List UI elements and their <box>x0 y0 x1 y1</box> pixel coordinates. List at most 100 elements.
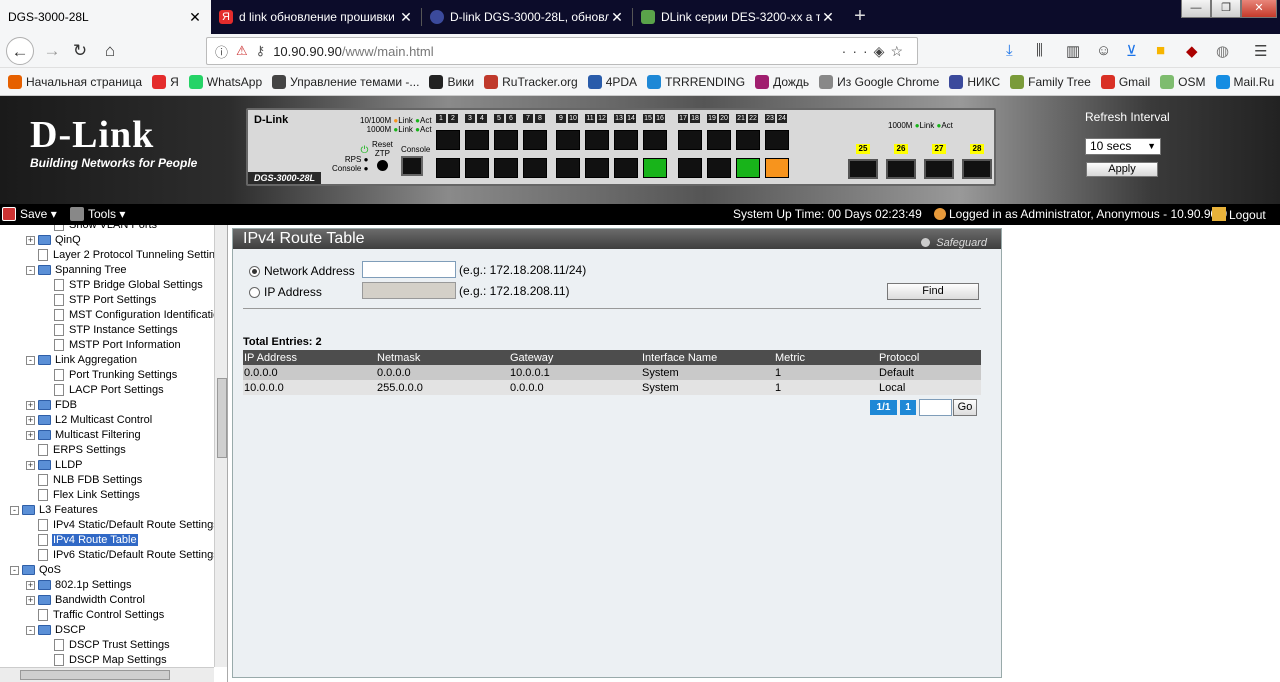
bookmark-item[interactable]: Дождь <box>755 74 809 89</box>
tree-folder[interactable]: + Multicast Filtering <box>26 428 142 442</box>
ethernet-port[interactable] <box>523 158 547 178</box>
ethernet-port[interactable] <box>556 158 580 178</box>
ethernet-port[interactable] <box>765 158 789 178</box>
globe-icon[interactable]: ◍ <box>1216 42 1229 60</box>
bookmark-item[interactable]: Gmail <box>1100 74 1150 89</box>
tab-des-3200[interactable]: DLink серии DES-3200-xx а так ✕ <box>633 0 844 34</box>
bookmark-item[interactable]: Я <box>152 74 179 89</box>
close-icon[interactable]: ✕ <box>820 9 836 26</box>
close-icon[interactable]: ✕ <box>187 9 203 26</box>
tree-folder[interactable]: - Spanning Tree <box>26 263 128 277</box>
tree-item[interactable]: Port Trunking Settings <box>42 368 178 382</box>
library-icon[interactable]: ⫼ <box>1036 42 1043 59</box>
minimize-button[interactable]: — <box>1181 0 1211 18</box>
expand-icon[interactable]: + <box>26 580 35 590</box>
find-button[interactable]: Find <box>887 283 979 300</box>
tree-folder[interactable]: + Bandwidth Control <box>26 593 146 607</box>
tree-folder[interactable]: - Link Aggregation <box>26 353 138 367</box>
tree-item[interactable]: DSCP Trust Settings <box>42 638 171 652</box>
close-icon[interactable]: ✕ <box>609 9 625 26</box>
tree-item[interactable]: IPv4 Route Table <box>26 533 138 547</box>
expand-icon[interactable]: + <box>26 400 35 410</box>
save-menu[interactable]: Save ▾ <box>2 207 57 221</box>
scroll-thumb[interactable] <box>217 378 227 458</box>
menu-icon[interactable]: ☰ <box>1254 42 1267 60</box>
ethernet-port[interactable] <box>707 158 731 178</box>
bookmark-item[interactable]: Mail.Ru <box>1215 74 1274 89</box>
back-button[interactable]: ← <box>6 37 34 65</box>
page-link-1[interactable]: 1 <box>900 400 916 415</box>
tree-folder[interactable]: - QoS <box>10 563 62 577</box>
tree-item[interactable]: STP Port Settings <box>42 293 157 307</box>
sfp-port[interactable] <box>924 159 954 179</box>
radio-dot[interactable] <box>249 286 260 298</box>
bookmark-item[interactable]: Вики <box>429 74 474 89</box>
collapse-icon[interactable]: - <box>10 565 19 575</box>
radio-network-address[interactable]: Network Address <box>249 264 355 278</box>
sfp-port[interactable] <box>886 159 916 179</box>
tree-folder[interactable]: - DSCP <box>26 623 87 637</box>
go-button[interactable]: Go <box>953 399 977 416</box>
tree-item[interactable]: MST Configuration Identification <box>42 308 226 322</box>
ethernet-port[interactable] <box>643 130 667 150</box>
new-tab-button[interactable]: + <box>848 2 872 30</box>
bookmark-item[interactable]: TRRRENDING <box>647 74 745 89</box>
tree-item[interactable]: LACP Port Settings <box>42 383 165 397</box>
url-bar[interactable]: ⓘ ⚠ ⚷ 10.90.90.90/www/main.html ···◈☆ <box>206 37 918 65</box>
ethernet-port[interactable] <box>736 130 760 150</box>
expand-icon[interactable]: + <box>26 235 35 245</box>
tab-dlink-forum[interactable]: D-link DGS-3000-28L, обновле ✕ <box>422 0 633 34</box>
ethernet-port[interactable] <box>465 130 489 150</box>
ethernet-port[interactable] <box>585 158 609 178</box>
sidebar-icon[interactable]: ▥ <box>1066 42 1080 60</box>
tree-item[interactable]: Flex Link Settings <box>26 488 141 502</box>
tree-item[interactable]: MSTP Port Information <box>42 338 182 352</box>
ethernet-port[interactable] <box>765 130 789 150</box>
tree-folder[interactable]: + QinQ <box>26 233 82 247</box>
tree-folder[interactable]: + LLDP <box>26 458 84 472</box>
radio-ip-address[interactable]: IP Address <box>249 285 322 299</box>
expand-icon[interactable]: + <box>26 430 35 440</box>
refresh-interval-select[interactable]: 10 secs ▼ <box>1085 138 1161 155</box>
tree-item[interactable]: Layer 2 Protocol Tunneling Settings <box>26 248 227 262</box>
collapse-icon[interactable]: - <box>10 505 19 515</box>
download-icon[interactable]: ⤓ <box>1006 42 1013 59</box>
ethernet-port[interactable] <box>465 158 489 178</box>
bookmark-item[interactable]: 4PDA <box>587 74 637 89</box>
close-window-button[interactable]: ✕ <box>1241 0 1277 18</box>
radio-dot[interactable] <box>249 265 260 277</box>
ethernet-port[interactable] <box>556 130 580 150</box>
ublock-icon[interactable]: ◆ <box>1186 42 1198 60</box>
ethernet-port[interactable] <box>494 158 518 178</box>
account-icon[interactable]: ☺ <box>1096 42 1111 59</box>
pocket-icon[interactable]: ◈ <box>874 43 891 59</box>
ethernet-port[interactable] <box>585 130 609 150</box>
ip-address-input[interactable] <box>362 282 456 299</box>
ethernet-port[interactable] <box>494 130 518 150</box>
logout-button[interactable]: Logout <box>1212 207 1266 222</box>
tree-folder[interactable]: - L3 Features <box>10 503 99 517</box>
collapse-icon[interactable]: - <box>26 625 35 635</box>
ethernet-port[interactable] <box>678 130 702 150</box>
network-address-input[interactable] <box>362 261 456 278</box>
tab-dlink-firmware[interactable]: Я d link обновление прошивки ✕ <box>211 0 422 34</box>
ethernet-port[interactable] <box>614 130 638 150</box>
bookmark-item[interactable]: RuTracker.org <box>484 74 578 89</box>
forward-button[interactable]: → <box>38 37 66 65</box>
extension-icon[interactable]: ■ <box>1156 42 1165 59</box>
ethernet-port[interactable] <box>736 158 760 178</box>
cart-icon[interactable]: ⊻ <box>1126 42 1137 60</box>
ethernet-port[interactable] <box>678 158 702 178</box>
reload-button[interactable]: ↻ <box>66 37 94 65</box>
collapse-icon[interactable]: - <box>26 355 35 365</box>
home-button[interactable]: ⌂ <box>96 37 124 65</box>
ethernet-port[interactable] <box>436 158 460 178</box>
tree-folder[interactable]: + L2 Multicast Control <box>26 413 153 427</box>
tree-item[interactable]: Traffic Control Settings <box>26 608 165 622</box>
ethernet-port[interactable] <box>614 158 638 178</box>
tree-item[interactable]: IPv6 Static/Default Route Settings <box>26 548 220 562</box>
more-icon[interactable]: ··· <box>842 43 874 59</box>
ethernet-port[interactable] <box>436 130 460 150</box>
bookmark-item[interactable]: Из Google Chrome <box>819 74 939 89</box>
bookmark-item[interactable]: Начальная страница <box>8 74 142 89</box>
